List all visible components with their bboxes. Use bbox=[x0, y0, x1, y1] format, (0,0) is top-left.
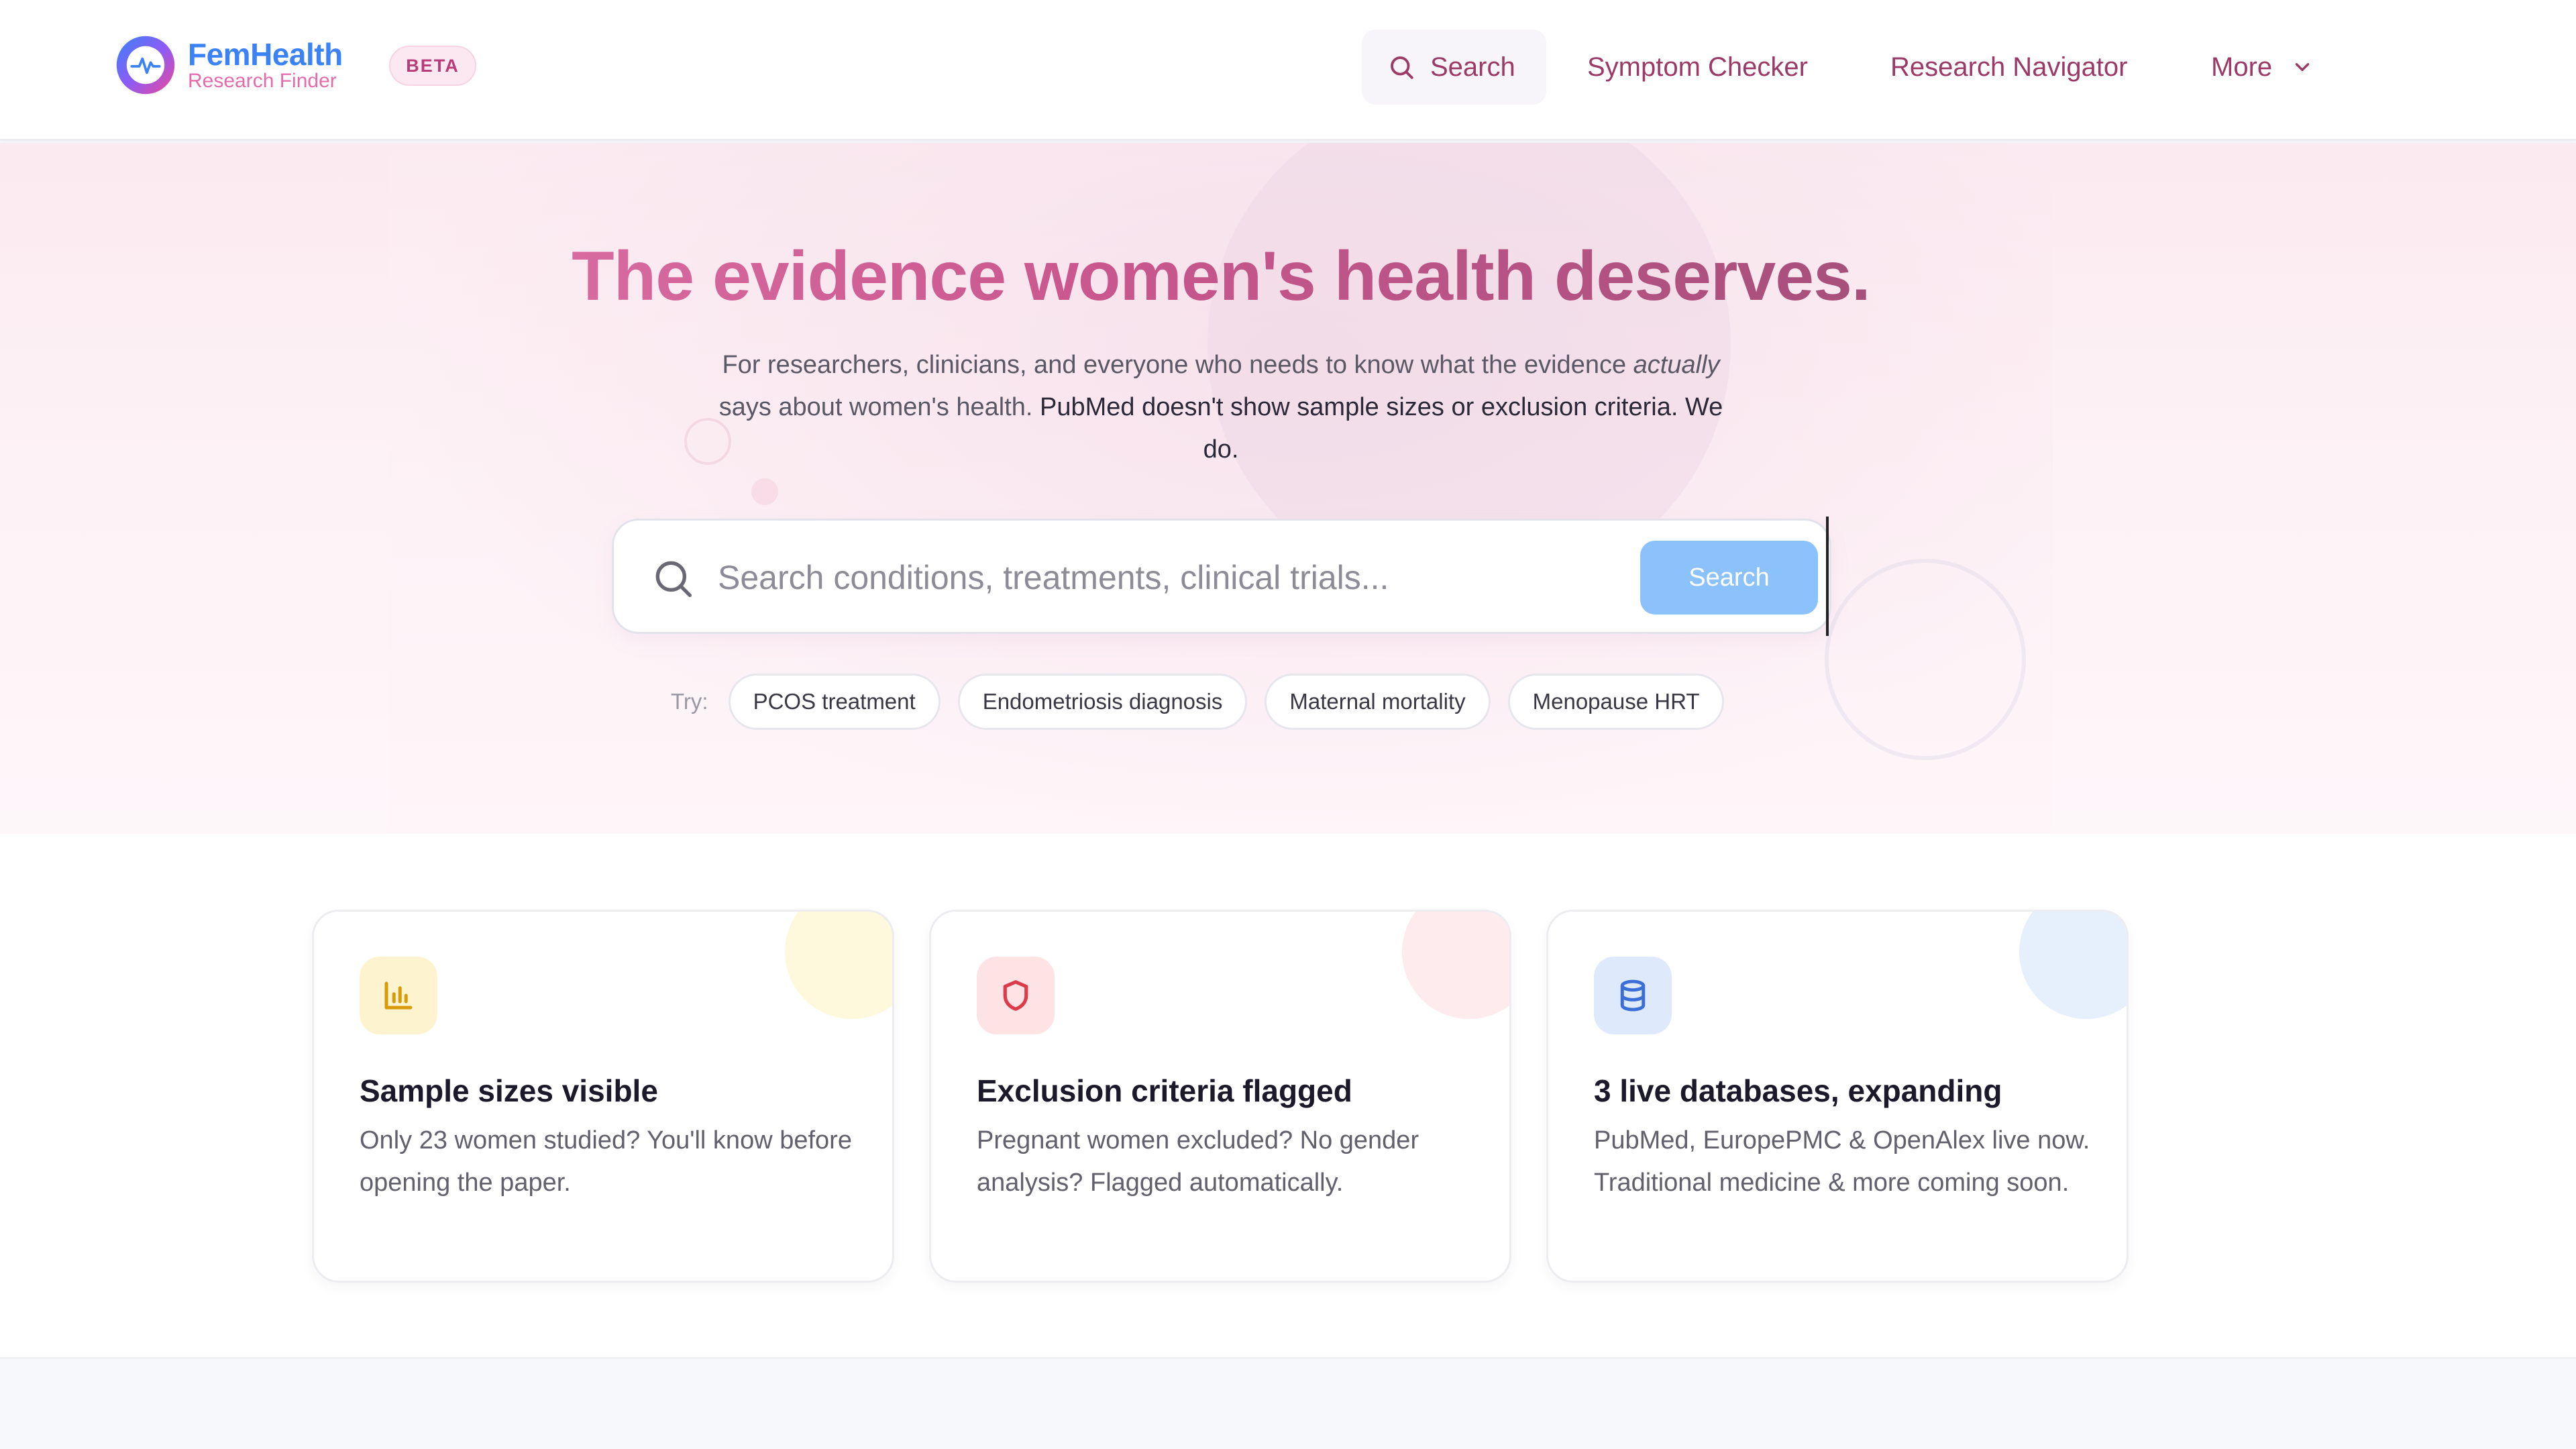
feature-title: 3 live databases, expanding bbox=[1594, 1073, 2002, 1108]
hero-description-strong: PubMed doesn't show sample sizes or excl… bbox=[1040, 393, 1723, 464]
hero-headline: The evidence women's health deserves. bbox=[0, 237, 2442, 317]
feature-icon-container bbox=[1594, 957, 1672, 1034]
hero-search-bar: Search bbox=[612, 519, 1831, 634]
suggestion-chip-menopause[interactable]: Menopause HRT bbox=[1507, 674, 1725, 730]
feature-title: Sample sizes visible bbox=[360, 1073, 658, 1108]
card-decoration bbox=[1402, 912, 1509, 1019]
bar-chart-icon bbox=[384, 981, 413, 1010]
search-icon bbox=[1391, 56, 1413, 79]
try-label: Try: bbox=[671, 689, 708, 714]
nav-research-navigator-label: Research Navigator bbox=[1890, 52, 2128, 82]
heartbeat-logo-icon bbox=[116, 36, 175, 95]
feature-card-databases: 3 live databases, expanding PubMed, Euro… bbox=[1546, 910, 2129, 1283]
feature-icon-container bbox=[977, 957, 1055, 1034]
nav-symptom-checker-link[interactable]: Symptom Checker bbox=[1587, 30, 1808, 105]
nav-more-dropdown[interactable]: More bbox=[2211, 30, 2314, 105]
feature-description: Only 23 women studied? You'll know befor… bbox=[360, 1126, 852, 1197]
beta-badge: BETA bbox=[389, 46, 476, 86]
hero-description-part1: For researchers, clinicians, and everyon… bbox=[722, 351, 1627, 379]
card-decoration bbox=[785, 912, 892, 1019]
suggestion-chip-maternal-mortality[interactable]: Maternal mortality bbox=[1265, 674, 1491, 730]
suggestion-chip-endometriosis[interactable]: Endometriosis diagnosis bbox=[957, 674, 1248, 730]
card-decoration bbox=[2019, 912, 2127, 1019]
decorative-ring bbox=[1825, 559, 2026, 760]
feature-card-exclusion-criteria: Exclusion criteria flagged Pregnant wome… bbox=[929, 910, 1511, 1283]
logo[interactable]: FemHealth Research Finder bbox=[114, 34, 343, 97]
feature-title: Exclusion criteria flagged bbox=[977, 1073, 1352, 1108]
hero-description-emphasis: actually bbox=[1633, 351, 1720, 379]
database-icon bbox=[1620, 979, 1646, 1012]
feature-icon-container bbox=[360, 957, 437, 1034]
next-section-preview bbox=[0, 1357, 2576, 1449]
feature-description: PubMed, EuropePMC & OpenAlex live now. T… bbox=[1594, 1126, 2090, 1197]
suggestion-row: Try: PCOS treatment Endometriosis diagno… bbox=[671, 673, 1725, 731]
hero-description-part2: says about women's health. bbox=[718, 393, 1040, 421]
nav-symptom-checker-label: Symptom Checker bbox=[1587, 52, 1808, 82]
nav-search-link[interactable]: Search bbox=[1362, 30, 1546, 105]
text-cursor bbox=[1826, 517, 1829, 636]
features-section: Sample sizes visible Only 23 women studi… bbox=[0, 834, 2576, 1357]
search-button[interactable]: Search bbox=[1640, 541, 1818, 614]
chevron-down-icon bbox=[2295, 63, 2310, 71]
shield-icon bbox=[1003, 980, 1028, 1011]
nav-more-label: More bbox=[2211, 52, 2273, 82]
search-icon bbox=[655, 561, 692, 597]
feature-description: Pregnant women excluded? No gender analy… bbox=[977, 1126, 1419, 1197]
nav-search-label: Search bbox=[1430, 52, 1515, 82]
nav-research-navigator-link[interactable]: Research Navigator bbox=[1890, 30, 2128, 105]
logo-name: FemHealth bbox=[188, 37, 343, 72]
logo-subtitle: Research Finder bbox=[188, 70, 337, 92]
suggestion-chip-pcos[interactable]: PCOS treatment bbox=[728, 674, 941, 730]
top-navbar: FemHealth Research Finder BETA Search Sy… bbox=[0, 0, 2576, 141]
hero-description: For researchers, clinicians, and everyon… bbox=[704, 344, 1737, 471]
feature-card-sample-sizes: Sample sizes visible Only 23 women studi… bbox=[312, 910, 894, 1283]
decorative-dot bbox=[751, 478, 778, 505]
search-input[interactable] bbox=[718, 547, 1556, 608]
